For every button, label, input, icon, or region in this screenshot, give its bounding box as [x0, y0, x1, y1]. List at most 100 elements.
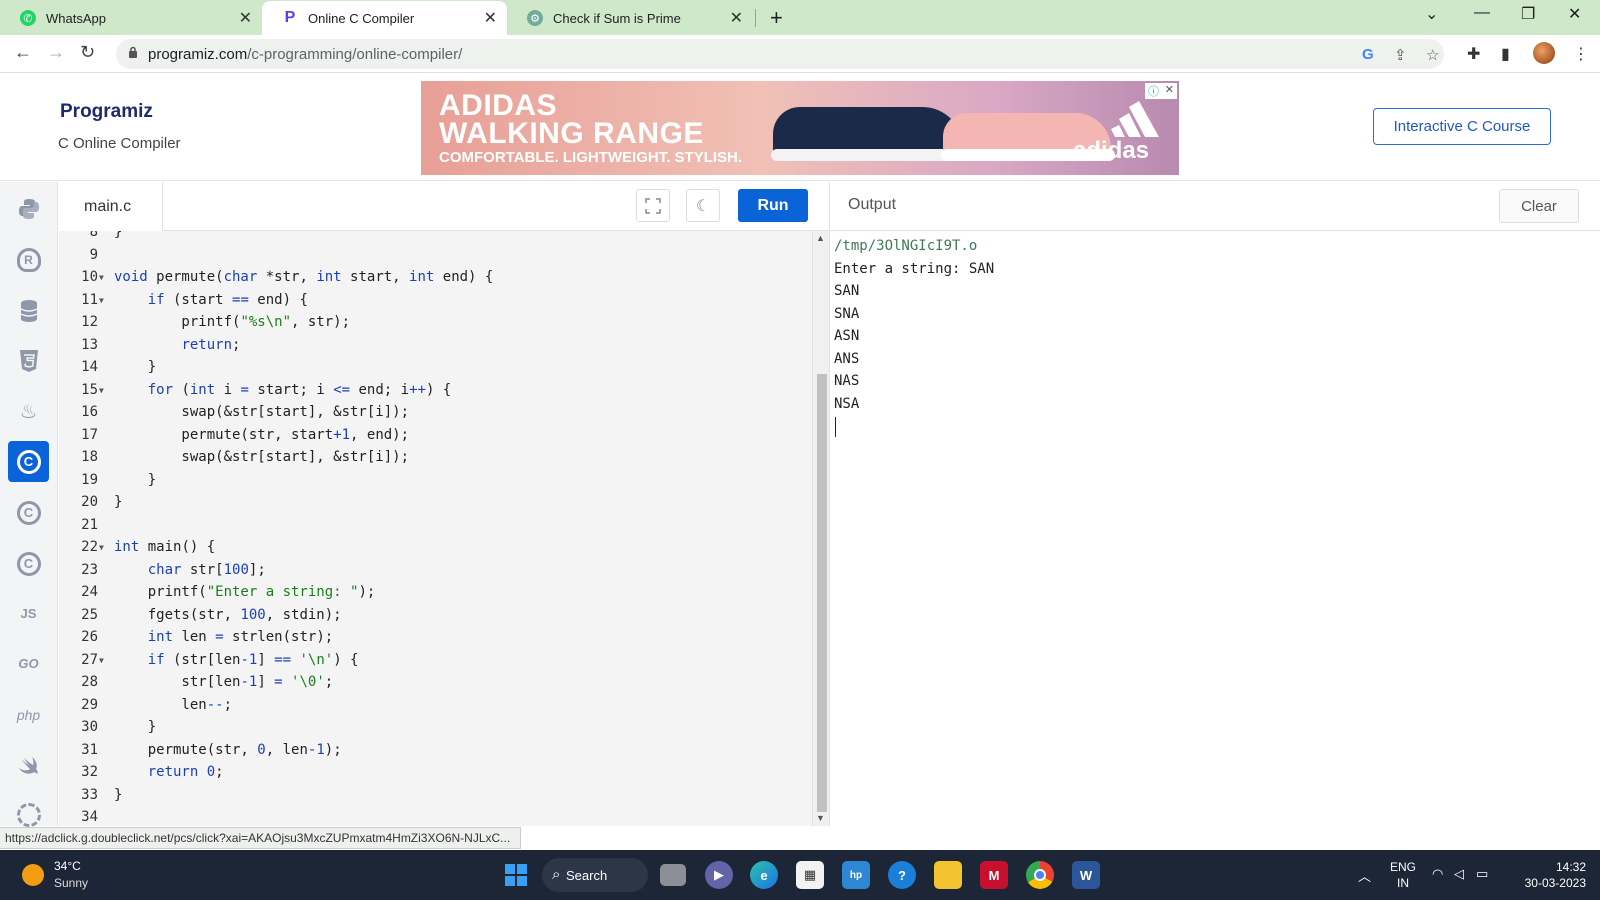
- code-line[interactable]: 24 printf("Enter a string: ");: [59, 581, 812, 604]
- show-hidden-icons-icon[interactable]: ︿: [1358, 866, 1371, 885]
- new-tab-button[interactable]: +: [770, 5, 783, 31]
- back-button[interactable]: ←: [14, 42, 32, 63]
- code-line[interactable]: 34: [59, 806, 812, 826]
- file-tab-main-c[interactable]: main.c: [59, 182, 163, 231]
- c-language-icon[interactable]: C: [8, 441, 49, 482]
- taskbar-search[interactable]: ⌕ Search: [542, 858, 648, 892]
- windows-start-icon[interactable]: [502, 861, 530, 889]
- code-line[interactable]: 33}: [59, 784, 812, 807]
- word-icon[interactable]: W: [1072, 861, 1100, 889]
- tab-whatsapp[interactable]: ✆ WhatsApp ✕: [0, 1, 262, 35]
- scroll-down-arrow-icon[interactable]: ▼: [816, 813, 825, 823]
- reload-button[interactable]: ↻: [80, 42, 95, 63]
- tab-search-icon[interactable]: ⌄: [1425, 4, 1438, 24]
- sql-database-icon[interactable]: [8, 290, 49, 331]
- code-line[interactable]: 17 permute(str, start+1, end);: [59, 424, 812, 447]
- chrome-icon[interactable]: [1026, 861, 1054, 889]
- dark-mode-toggle[interactable]: ☾: [686, 189, 720, 222]
- forward-button[interactable]: →: [47, 42, 65, 63]
- python-icon[interactable]: [8, 188, 49, 229]
- fullscreen-button[interactable]: [636, 189, 670, 222]
- profile-avatar[interactable]: [1533, 42, 1555, 64]
- side-panel-icon[interactable]: ▮: [1501, 44, 1510, 64]
- system-clock[interactable]: 14:32 30-03-2023: [1510, 859, 1586, 891]
- go-icon[interactable]: GO: [8, 643, 49, 684]
- close-icon[interactable]: ✕: [730, 8, 743, 28]
- run-button[interactable]: Run: [738, 189, 808, 222]
- code-line[interactable]: 30 }: [59, 716, 812, 739]
- close-window-button[interactable]: ✕: [1568, 4, 1581, 24]
- code-line[interactable]: 9: [59, 244, 812, 267]
- microsoft-store-icon[interactable]: ▦: [796, 861, 824, 889]
- code-line[interactable]: 11 ▼ if (start == end) {: [59, 289, 812, 312]
- adidas-ad-banner[interactable]: ADIDAS WALKING RANGE COMFORTABLE. LIGHTW…: [421, 81, 1179, 175]
- cpp-icon[interactable]: C: [8, 543, 49, 584]
- code-line[interactable]: 32 return 0;: [59, 761, 812, 784]
- code-editor[interactable]: 8} 9 10 ▼ void permute(char *str, int start,…: [59, 231, 812, 826]
- csharp-icon[interactable]: C: [8, 492, 49, 533]
- task-view-icon[interactable]: [660, 864, 686, 886]
- myhp-icon[interactable]: hp: [842, 861, 870, 889]
- scroll-up-arrow-icon[interactable]: ▲: [816, 233, 825, 243]
- code-line[interactable]: 21: [59, 514, 812, 537]
- clear-button[interactable]: Clear: [1499, 189, 1579, 223]
- code-line[interactable]: 16 swap(&str[start], &str[i]);: [59, 401, 812, 424]
- java-icon[interactable]: ♨: [8, 391, 49, 432]
- code-line[interactable]: 8}: [59, 231, 812, 244]
- code-line[interactable]: 25 fgets(str, 100, stdin);: [59, 604, 812, 627]
- weather-temperature[interactable]: 34°C: [54, 859, 81, 873]
- code-line[interactable]: 27 ▼ if (str[len-1] == '\n') {: [59, 649, 812, 672]
- extensions-icon[interactable]: ✚: [1467, 44, 1480, 64]
- code-line[interactable]: 10 ▼ void permute(char *str, int start, in…: [59, 266, 812, 289]
- r-language-icon[interactable]: R: [8, 239, 49, 280]
- ad-choices-icon[interactable]: ⓘ ✕: [1145, 83, 1177, 99]
- minimize-button[interactable]: —: [1474, 4, 1490, 22]
- sun-icon[interactable]: [22, 864, 44, 886]
- interactive-c-course-button[interactable]: Interactive C Course: [1373, 108, 1551, 145]
- code-line[interactable]: 29 len--;: [59, 694, 812, 717]
- weather-description[interactable]: Sunny: [54, 876, 88, 890]
- help-app-icon[interactable]: ?: [888, 861, 916, 889]
- code-line[interactable]: 19 }: [59, 469, 812, 492]
- tab-online-c-compiler[interactable]: P Online C Compiler ✕: [262, 1, 507, 35]
- programiz-logo[interactable]: Programiz: [60, 101, 153, 123]
- edge-icon[interactable]: e: [750, 861, 778, 889]
- code-line[interactable]: 18 swap(&str[start], &str[i]);: [59, 446, 812, 469]
- code-line[interactable]: 23 char str[100];: [59, 559, 812, 582]
- battery-icon[interactable]: ▭: [1476, 866, 1488, 882]
- language-indicator[interactable]: ENG IN: [1390, 859, 1416, 891]
- fold-arrow-icon[interactable]: ▼: [99, 266, 104, 289]
- code-line[interactable]: 15 ▼ for (int i = start; i <= end; i++) {: [59, 379, 812, 402]
- fold-arrow-icon[interactable]: ▼: [99, 649, 104, 672]
- swift-icon[interactable]: [8, 744, 49, 785]
- html5-icon[interactable]: [8, 340, 49, 381]
- google-lens-icon[interactable]: G: [1362, 46, 1374, 63]
- code-line[interactable]: 14 }: [59, 356, 812, 379]
- wifi-icon[interactable]: ◠: [1432, 866, 1443, 882]
- editor-scrollbar[interactable]: ▲ ▼: [812, 231, 829, 826]
- share-icon[interactable]: ⇪: [1394, 46, 1407, 64]
- bookmark-star-icon[interactable]: ☆: [1426, 46, 1439, 64]
- teams-chat-icon[interactable]: ▶: [705, 861, 733, 889]
- code-line[interactable]: 22 ▼ int main() {: [59, 536, 812, 559]
- code-line[interactable]: 26 int len = strlen(str);: [59, 626, 812, 649]
- tab-check-if-sum-is-prime[interactable]: ⚙ Check if Sum is Prime ✕: [507, 1, 753, 35]
- restore-button[interactable]: ❐: [1521, 4, 1535, 24]
- close-icon[interactable]: ✕: [484, 8, 497, 28]
- fold-arrow-icon[interactable]: ▼: [99, 289, 104, 312]
- code-line[interactable]: 31 permute(str, 0, len-1);: [59, 739, 812, 762]
- address-bar[interactable]: programiz.com/c-programming/online-compi…: [116, 39, 1444, 69]
- close-icon[interactable]: ✕: [239, 8, 252, 28]
- output-console[interactable]: /tmp/3OlNGIcI9T.o Enter a string: SAN SAN S…: [829, 231, 1600, 826]
- code-line[interactable]: 13 return;: [59, 334, 812, 357]
- scrollbar-thumb[interactable]: [817, 374, 827, 812]
- volume-icon[interactable]: ◁: [1454, 866, 1464, 882]
- fold-arrow-icon[interactable]: ▼: [99, 379, 104, 402]
- php-icon[interactable]: php: [8, 694, 49, 735]
- code-line[interactable]: 20}: [59, 491, 812, 514]
- javascript-icon[interactable]: JS: [8, 593, 49, 634]
- code-line[interactable]: 28 str[len-1] = '\0';: [59, 671, 812, 694]
- code-line[interactable]: 12 printf("%s\n", str);: [59, 311, 812, 334]
- mcafee-icon[interactable]: M: [980, 861, 1008, 889]
- file-explorer-icon[interactable]: [934, 861, 962, 889]
